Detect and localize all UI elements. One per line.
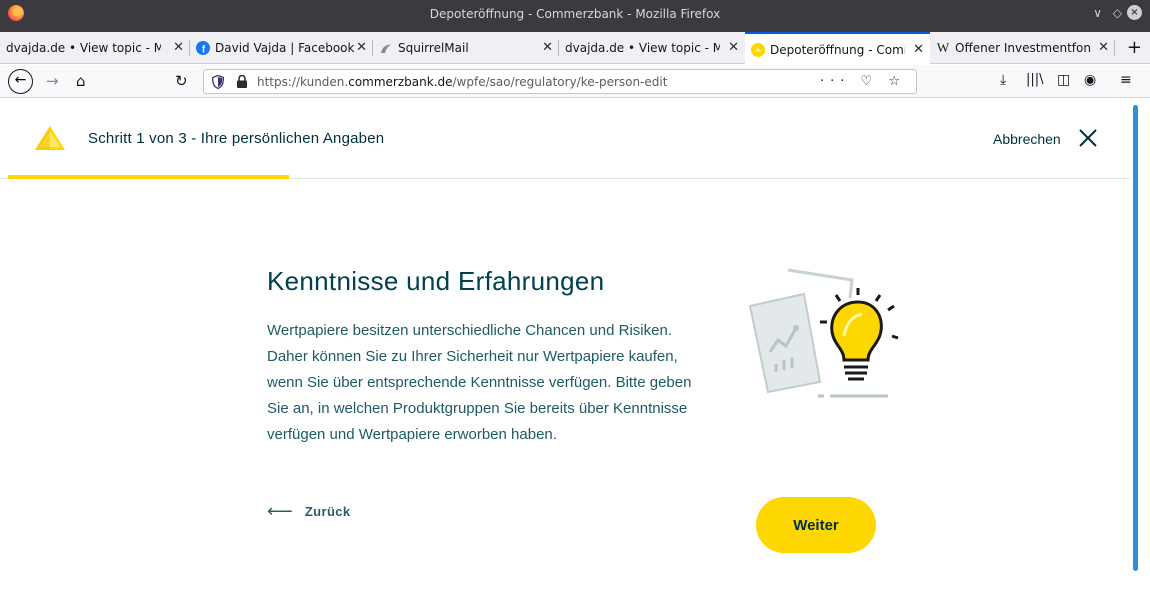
stepper-header: Schritt 1 von 3 - Ihre persönlichen Anga… (0, 99, 1130, 179)
tab-label: David Vajda | Facebook (215, 41, 355, 55)
reload-button[interactable]: ↻ (175, 72, 188, 90)
url-bar[interactable]: https://kunden.commerzbank.de/wpfe/sao/r… (203, 69, 917, 94)
facebook-icon: f (196, 41, 210, 55)
cancel-link[interactable]: Abbrechen (993, 131, 1061, 147)
account-icon[interactable]: ◉ (1084, 72, 1096, 88)
library-icon[interactable]: |||\ (1026, 72, 1044, 87)
page-headline: Kenntnisse und Erfahrungen (267, 266, 605, 296)
tab-dvajda-2[interactable]: dvajda.de • View topic - Ma ✕ (559, 32, 745, 64)
window-title: Depoteröffnung - Commerzbank - Mozilla F… (429, 7, 721, 21)
tab-strip: dvajda.de • View topic - Ma ✕ f David Va… (0, 32, 1150, 65)
new-tab-button[interactable]: + (1127, 37, 1142, 58)
scrollbar[interactable] (1133, 105, 1138, 571)
step-progress-bar (8, 175, 289, 179)
tab-dvajda-1[interactable]: dvajda.de • View topic - Ma ✕ (0, 32, 190, 64)
back-link[interactable]: ⟵ Zurück (267, 501, 351, 522)
close-icon[interactable] (1077, 127, 1099, 149)
tab-depoteroeffnung[interactable]: Depoteröffnung - Comr ✕ (745, 32, 930, 65)
window-close-icon[interactable]: × (1127, 5, 1142, 20)
tab-label: Offener Investmentfon (955, 41, 1091, 55)
window-titlebar: Depoteröffnung - Commerzbank - Mozilla F… (0, 0, 1150, 32)
tab-close-icon[interactable]: ✕ (173, 40, 184, 55)
lock-icon[interactable] (236, 75, 248, 88)
forward-button[interactable]: → (46, 72, 59, 90)
tracking-protection-shield-icon[interactable] (212, 75, 224, 89)
tab-close-icon[interactable]: ✕ (356, 40, 367, 55)
tab-facebook[interactable]: f David Vajda | Facebook ✕ (190, 32, 373, 64)
back-button[interactable]: ← (8, 69, 33, 94)
lightbulb-illustration-icon (748, 268, 899, 398)
intro-text: Wertpapiere besitzen unterschiedliche Ch… (267, 322, 692, 443)
page-actions[interactable]: ··· ♡ ☆ (820, 74, 906, 89)
tab-label: dvajda.de • View topic - Ma (565, 41, 720, 55)
tab-close-icon[interactable]: ✕ (913, 42, 924, 57)
tab-close-icon[interactable]: ✕ (1098, 40, 1109, 55)
tab-separator (1114, 40, 1115, 56)
downloads-icon[interactable]: ⤓ (1000, 72, 1006, 88)
tab-close-icon[interactable]: ✕ (542, 40, 553, 55)
minimize-icon[interactable]: ∨ (1093, 6, 1102, 20)
tab-squirrelmail[interactable]: SquirrelMail ✕ (373, 32, 559, 64)
back-label: Zurück (304, 504, 351, 519)
arrow-left-icon: ⟵ (267, 501, 293, 521)
maximize-icon[interactable]: ◇ (1113, 6, 1122, 20)
tab-close-icon[interactable]: ✕ (728, 40, 739, 55)
tab-label: dvajda.de • View topic - Ma (6, 41, 161, 55)
url-text[interactable]: https://kunden.commerzbank.de/wpfe/sao/r… (257, 75, 667, 89)
tab-investmentfonds[interactable]: W Offener Investmentfon ✕ (930, 32, 1115, 64)
tab-label: Depoteröffnung - Comr (770, 42, 905, 57)
navigation-toolbar: ← → ⌂ ↻ https://kunden.commerzbank.de/wp… (0, 65, 1150, 98)
tab-label: SquirrelMail (398, 41, 469, 55)
home-button[interactable]: ⌂ (76, 72, 86, 90)
sidebar-icon[interactable]: ◫ (1057, 72, 1070, 88)
squirrel-icon (379, 41, 393, 55)
commerzbank-logo-icon (35, 126, 65, 150)
wikipedia-icon: W (936, 40, 950, 55)
commerzbank-favicon-icon (751, 42, 765, 57)
page-content: Schritt 1 von 3 - Ihre persönlichen Anga… (0, 99, 1150, 616)
next-button[interactable]: Weiter (756, 497, 876, 553)
step-title: Schritt 1 von 3 - Ihre persönlichen Anga… (88, 130, 385, 147)
menu-icon[interactable]: ≡ (1120, 72, 1132, 88)
